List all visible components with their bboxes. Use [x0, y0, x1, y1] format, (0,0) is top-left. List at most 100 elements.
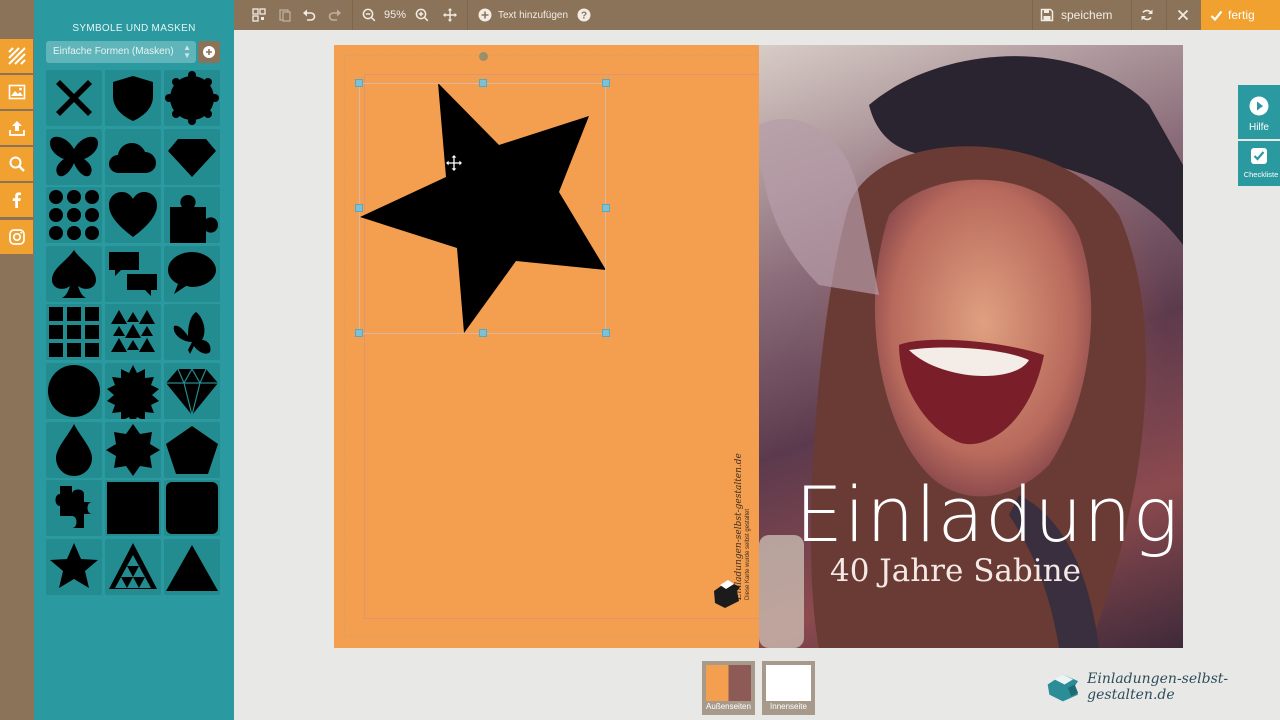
resize-handle[interactable] — [479, 79, 487, 87]
shape-tile-star-5[interactable] — [46, 538, 102, 595]
panel-title: SYMBOLE UND MASKEN — [72, 23, 196, 34]
shape-tile-square[interactable] — [105, 480, 161, 537]
move-canvas-button[interactable] — [443, 0, 457, 30]
rail-search-button[interactable] — [0, 147, 33, 181]
rail-pattern-button[interactable] — [0, 39, 33, 73]
shape-tile-cloud[interactable] — [105, 128, 161, 185]
add-shape-button[interactable] — [198, 41, 220, 63]
page-thumb-inner-label: Innenseite — [770, 702, 807, 711]
page-thumb-inner[interactable]: Innenseite — [762, 661, 815, 715]
shape-tile-gem[interactable] — [164, 363, 220, 419]
resize-handle[interactable] — [355, 329, 363, 337]
close-button[interactable] — [1176, 0, 1190, 30]
squares-icon — [49, 307, 99, 358]
card-subtitle[interactable]: 40 Jahre Sabine — [830, 553, 1081, 589]
card-title[interactable]: Einladung — [795, 470, 1179, 559]
rail-upload-button[interactable] — [0, 111, 33, 145]
shape-tile-shield[interactable] — [105, 70, 161, 126]
triangles-icon — [111, 310, 155, 353]
brand-text: Einladungen-selbst-gestalten.de — [1087, 671, 1229, 703]
brand-logo: Einladungen-selbst-gestalten.de — [1046, 668, 1280, 706]
paste-icon — [279, 9, 291, 22]
shape-tile-puzzle[interactable] — [164, 187, 220, 244]
left-rail — [0, 0, 34, 720]
brand-logo-icon — [714, 580, 740, 608]
shape-tile-speech-double[interactable] — [105, 245, 161, 302]
save-icon — [1040, 8, 1054, 22]
shape-tile-x[interactable] — [46, 70, 102, 126]
question-icon: ? — [577, 8, 591, 22]
rotate-handle[interactable] — [479, 52, 488, 61]
facebook-icon — [12, 192, 21, 208]
dots-icon — [49, 190, 99, 241]
shape-tile-drop[interactable] — [46, 421, 102, 478]
shape-tile-sun-burst[interactable] — [105, 363, 161, 419]
shape-tile-pentagon[interactable] — [164, 421, 220, 478]
qr-button[interactable] — [252, 0, 266, 30]
zoom-in-button[interactable] — [415, 0, 429, 30]
shape-tile-rounded-square[interactable] — [164, 480, 220, 537]
resize-handle[interactable] — [355, 204, 363, 212]
checklist-tab[interactable]: Checkliste — [1238, 141, 1280, 186]
redo-button[interactable] — [328, 0, 342, 30]
shape-tile-puzzle-2[interactable] — [46, 480, 102, 537]
shape-tile-circle[interactable] — [46, 363, 102, 419]
square-icon — [107, 482, 159, 535]
pattern-icon — [7, 47, 26, 65]
resize-handle[interactable] — [355, 79, 363, 87]
zoom-out-button[interactable] — [362, 0, 376, 30]
shape-tile-triangles[interactable] — [105, 304, 161, 361]
play-icon — [1249, 96, 1269, 116]
triangle-pattern-icon — [109, 542, 157, 589]
paste-button[interactable] — [278, 0, 292, 30]
resize-handle[interactable] — [479, 329, 487, 337]
shape-tile-dots[interactable] — [46, 187, 102, 244]
checklist-label: Checkliste — [1243, 170, 1279, 179]
toolbar-divider — [1166, 0, 1167, 30]
refresh-button[interactable] — [1140, 0, 1154, 30]
shape-tile-scallop-circle[interactable] — [164, 70, 220, 126]
shape-tile-butterfly-side[interactable] — [164, 304, 220, 361]
close-icon — [1177, 9, 1189, 21]
butterfly-icon — [50, 136, 98, 176]
done-label: fertig — [1228, 8, 1255, 22]
scallop-circle-icon — [165, 71, 219, 125]
speech-icon — [168, 251, 216, 294]
shape-tile-triangle[interactable] — [164, 538, 220, 595]
shape-tile-squares[interactable] — [46, 304, 102, 361]
rail-image-button[interactable] — [0, 75, 33, 109]
toolbar-divider — [1131, 0, 1132, 30]
resize-handle[interactable] — [602, 329, 610, 337]
add-text-button[interactable]: Text hinzufügen — [478, 0, 568, 30]
shape-tile-spade[interactable] — [46, 245, 102, 302]
shape-category-value: Einfache Formen (Masken) — [53, 46, 174, 57]
shape-tile-star-8[interactable] — [105, 421, 161, 478]
shape-tile-heart[interactable] — [105, 187, 161, 244]
help-tab[interactable]: Hilfe — [1238, 85, 1280, 139]
puzzle-2-icon — [55, 486, 92, 529]
thumb-inner-image — [766, 665, 811, 701]
resize-handle[interactable] — [602, 204, 610, 212]
refresh-icon — [1141, 9, 1153, 21]
resize-handle[interactable] — [602, 79, 610, 87]
rail-facebook-button[interactable] — [0, 183, 33, 217]
undo-button[interactable] — [302, 0, 316, 30]
zoom-out-icon — [362, 8, 376, 22]
toolbar-divider — [467, 0, 468, 30]
shape-tile-diamond[interactable] — [164, 128, 220, 185]
rail-instagram-button[interactable] — [0, 220, 33, 254]
x-icon — [56, 80, 92, 116]
help-question-button[interactable]: ? — [577, 0, 591, 30]
shape-tile-speech[interactable] — [164, 245, 220, 302]
save-button[interactable]: speichem — [1040, 0, 1112, 30]
butterfly-side-icon — [173, 312, 211, 355]
done-button[interactable]: fertig — [1201, 0, 1280, 30]
brand-mark-icon — [1047, 674, 1079, 702]
zoom-level: 95% — [384, 9, 407, 21]
shape-category-select[interactable]: Einfache Formen (Masken) ▲ ▼ — [46, 41, 196, 63]
shape-tile-butterfly[interactable] — [46, 128, 102, 185]
instagram-icon — [8, 229, 25, 245]
page-thumb-outer[interactable]: Außenseiten — [702, 661, 755, 715]
triangle-icon — [166, 544, 218, 591]
shape-tile-triangle-pattern[interactable] — [105, 538, 161, 595]
